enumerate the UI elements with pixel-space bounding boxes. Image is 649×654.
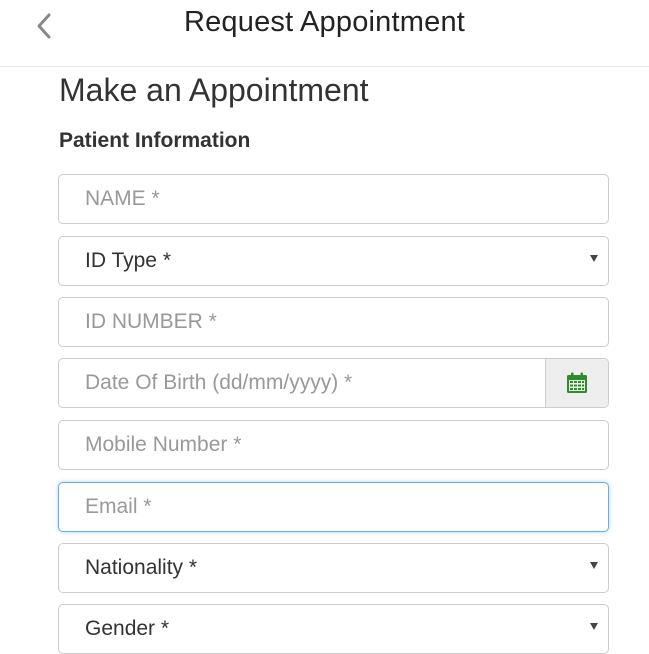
id-number-input[interactable] (59, 298, 608, 346)
dropdown-caret-icon (590, 623, 598, 630)
gender-select[interactable]: Gender * (58, 604, 609, 654)
date-of-birth-field[interactable] (58, 358, 609, 408)
calendar-button[interactable] (545, 359, 608, 407)
header-title: Request Appointment (183, 6, 466, 38)
mobile-number-input[interactable] (59, 421, 608, 469)
nationality-select[interactable]: Nationality * (58, 543, 609, 593)
name-input[interactable] (59, 175, 608, 223)
email-input[interactable] (59, 483, 608, 531)
name-field[interactable] (58, 174, 609, 224)
nationality-value: Nationality * (85, 556, 198, 579)
page-title: Make an Appointment (59, 72, 369, 108)
dropdown-caret-icon (590, 562, 598, 569)
id-type-select[interactable]: ID Type * (58, 236, 609, 286)
section-title: Patient Information (59, 129, 251, 152)
email-field[interactable] (58, 482, 609, 532)
calendar-icon (567, 372, 587, 393)
id-type-value: ID Type * (85, 249, 171, 272)
app-header: Request Appointment (0, 0, 649, 67)
mobile-number-field[interactable] (58, 420, 609, 470)
id-number-field[interactable] (58, 297, 609, 347)
dropdown-caret-icon (590, 255, 598, 262)
date-of-birth-input[interactable] (59, 359, 608, 407)
gender-value: Gender * (85, 617, 170, 640)
